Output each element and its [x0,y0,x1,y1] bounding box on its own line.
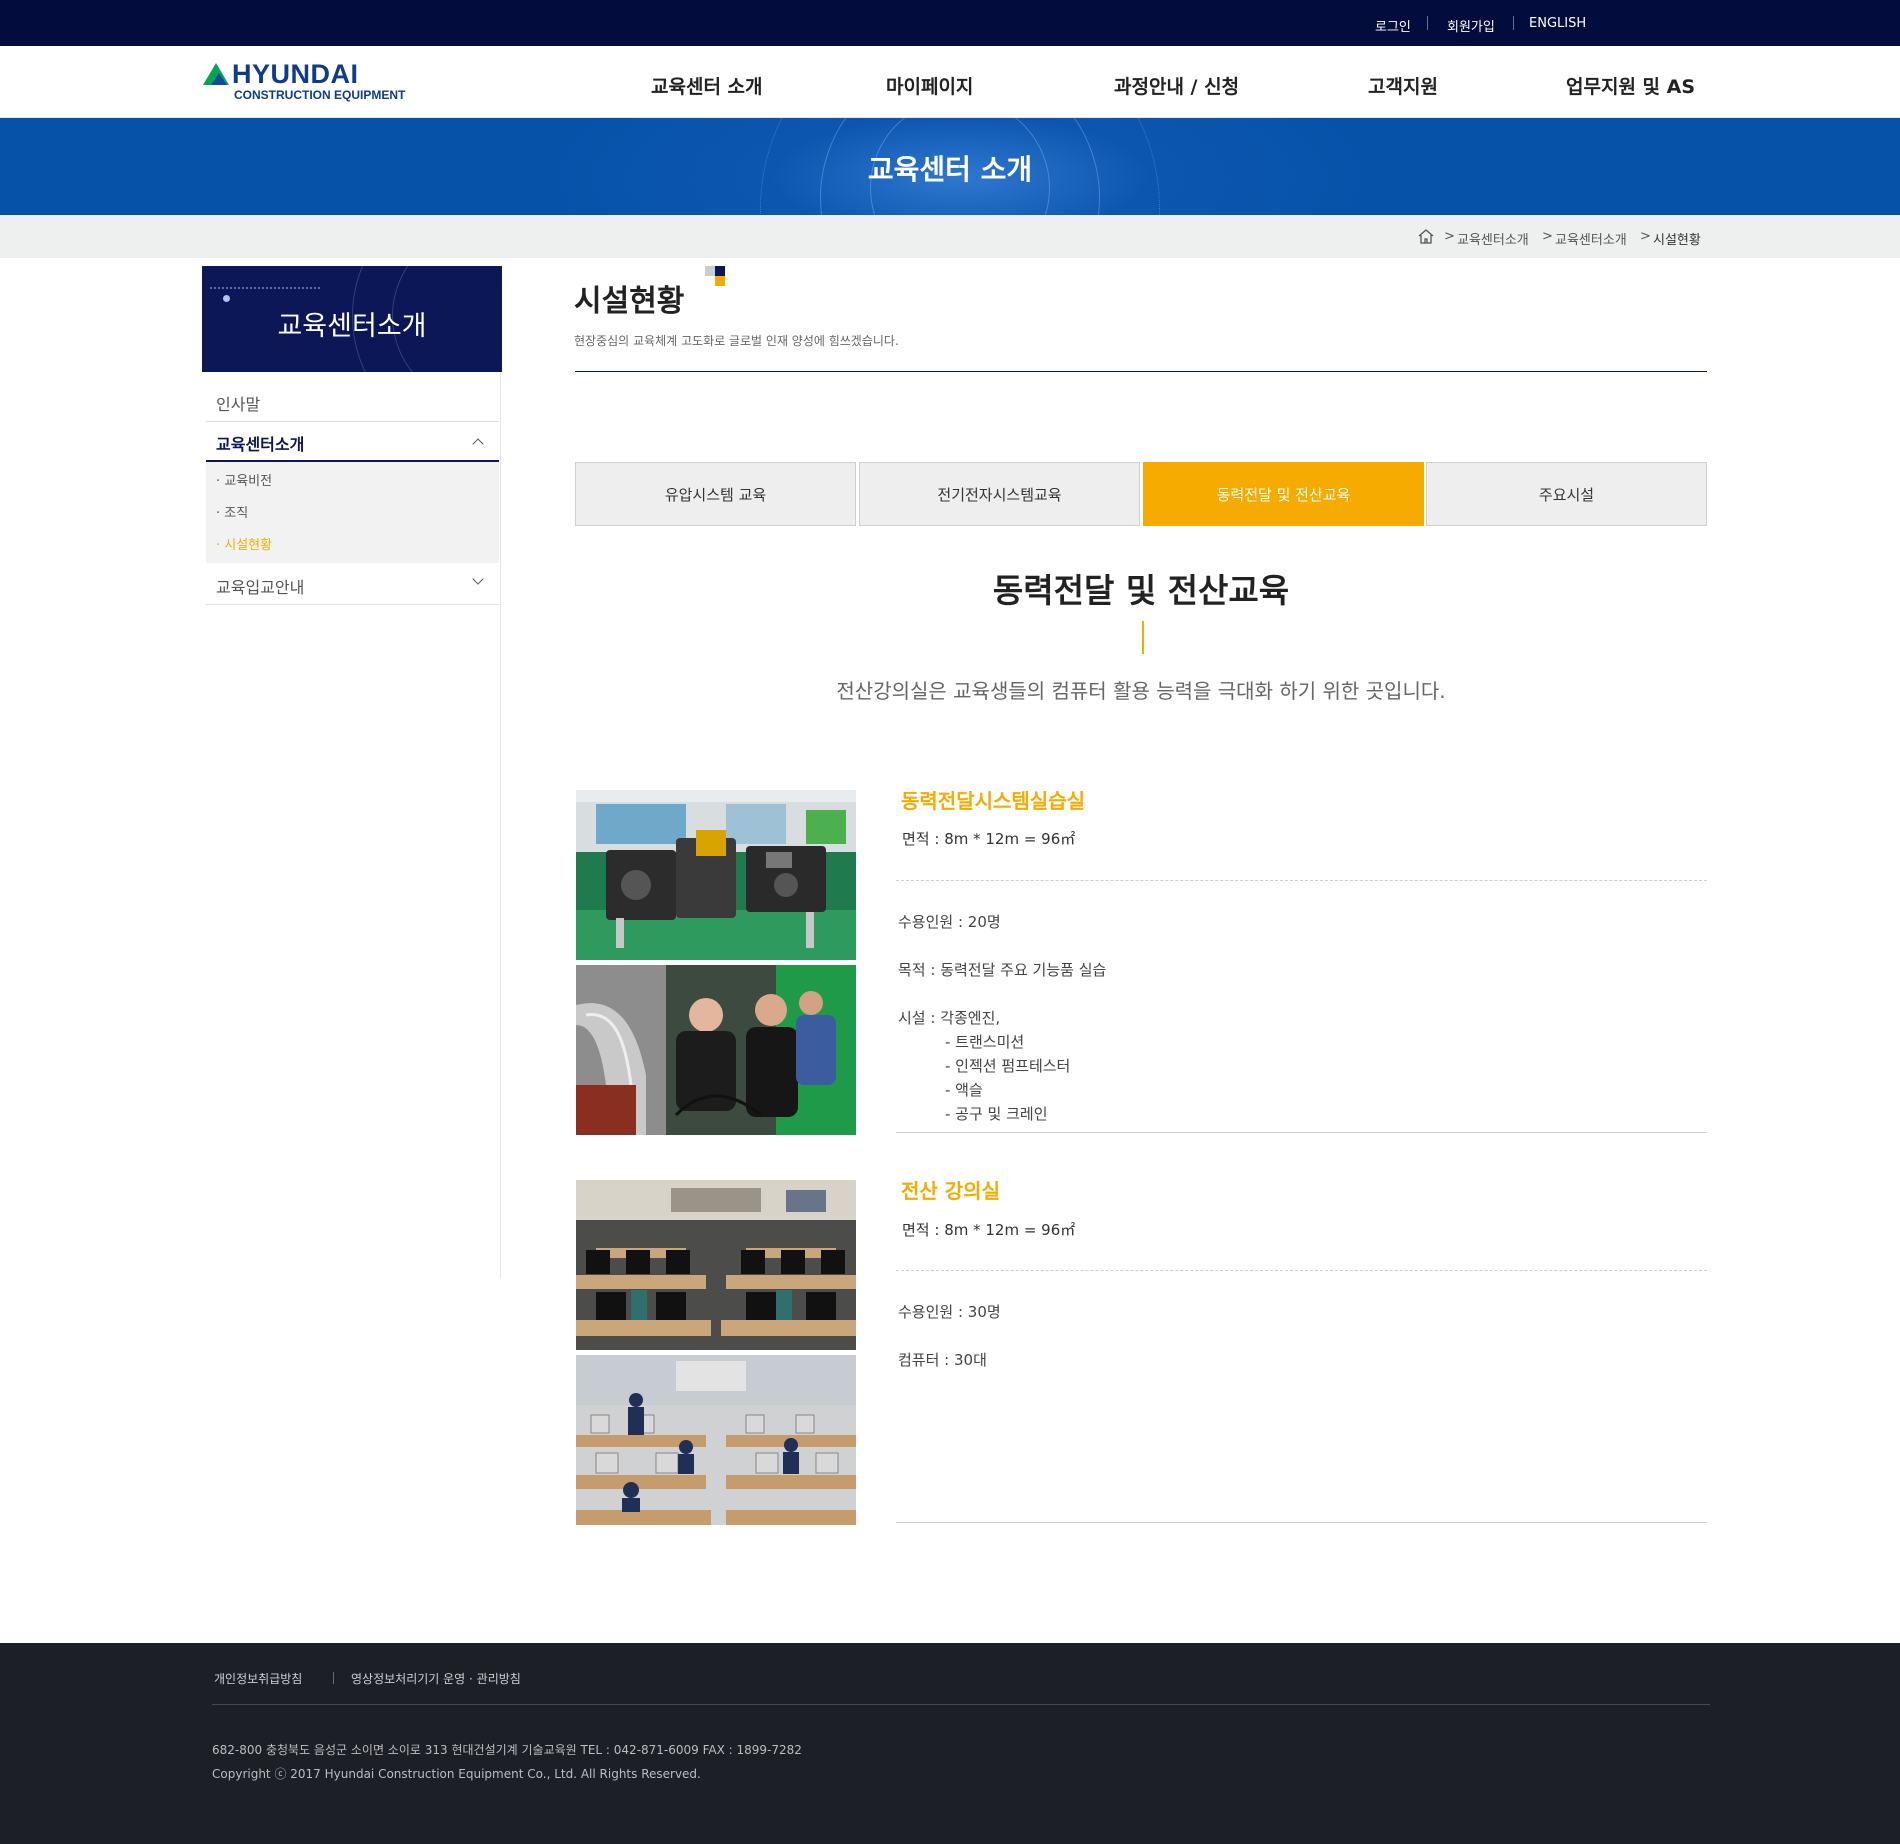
sidebar-subitem-organization[interactable]: · 조직 [216,502,248,521]
join-link[interactable]: 회원가입 [1447,16,1495,35]
top-utility-bar [0,0,1900,46]
footer-rule [212,1704,1710,1705]
sidebar-item-greeting[interactable]: 인사말 [216,391,509,415]
computer-class-session-photo [576,1355,856,1525]
logo-subtitle: CONSTRUCTION EQUIPMENT [234,88,406,102]
sidebar-subitem-vision[interactable]: · 교육비전 [216,470,272,489]
gnb-item-mypage[interactable]: 마이페이지 [886,72,973,99]
login-link[interactable]: 로그인 [1375,16,1411,35]
section-description: 전산강의실은 교육생들의 컴퓨터 활용 능력을 극대화 하기 위한 곳입니다. [836,679,1446,703]
breadcrumb-item[interactable]: 교육센터소개 [1457,229,1529,248]
page-banner: 교육센터 소개 [0,118,1900,215]
footer-address: 682-800 충청북도 음성군 소이면 소이로 313 현대건설기계 기술교육… [212,1743,802,1757]
section-title: 동력전달 및 전산교육 [992,571,1290,610]
facility-purpose: 목적 : 동력전달 주요 기능품 실습 [898,961,1107,979]
title-decoration [715,276,725,286]
footer-link-cctv[interactable]: 영상정보처리기기 운영 · 관리방침 [351,1670,521,1687]
powertrain-training-photo [576,965,856,1135]
facility-equipment-item: - 트랜스미션 [945,1033,1025,1051]
title-rule [575,371,1707,372]
home-icon[interactable] [1418,229,1434,244]
facility-equipment-item: - 인젝션 펌프테스터 [945,1057,1071,1075]
facility-area: 면적 : 8m * 12m = 96㎡ [902,830,1076,848]
gnb-item-intro[interactable]: 교육센터 소개 [651,72,763,99]
banner-title: 교육센터 소개 [867,153,1033,186]
facility-capacity: 수용인원 : 20명 [898,913,1001,931]
sidebar-title: 교육센터소개 [277,311,427,342]
util-divider [1427,16,1428,30]
hyundai-logo[interactable]: HYUNDAI CONSTRUCTION EQUIPMENT [203,59,423,102]
facility-divider [896,1522,1707,1523]
facility-area: 면적 : 8m * 12m = 96㎡ [902,1221,1076,1239]
sidebar-divider [500,372,501,1278]
facility-computers: 컴퓨터 : 30대 [898,1351,987,1369]
facility-name: 동력전달시스템실습실 [901,789,1085,813]
footer-copyright: Copyright ⓒ 2017 Hyundai Construction Eq… [212,1767,701,1781]
tab-main-facilities[interactable]: 주요시설 [1426,462,1707,526]
tab-electric[interactable]: 전기전자시스템교육 [859,462,1140,526]
page-title: 시설현황 [574,284,685,319]
sidebar-subitem-facilities[interactable]: · 시설현황 [216,534,272,553]
title-decoration [715,266,725,276]
gnb-item-support[interactable]: 고객지원 [1368,72,1438,99]
page-description: 현장중심의 교육체계 고도화로 글로벌 인재 양성에 힘쓰겠습니다. [574,334,899,348]
facility-equipment-label: 시설 : 각종엔진, [898,1009,1001,1027]
gnb-item-as[interactable]: 업무지원 및 AS [1566,72,1695,99]
breadcrumb-separator: > [1542,229,1553,244]
section-divider [1142,621,1144,654]
facility-dashed-divider [896,1270,1707,1271]
sidebar-divider [206,421,499,422]
sidebar-item-center-intro[interactable]: 교육센터소개 [216,431,509,455]
facility-equipment-item: - 공구 및 크레인 [945,1105,1048,1123]
breadcrumb-separator: > [1444,229,1455,244]
facility-name: 전산 강의실 [901,1179,1000,1203]
footer-divider [333,1672,334,1684]
logo-brand: HYUNDAI [232,59,359,89]
breadcrumb-separator: > [1640,229,1651,244]
sidebar-header: 교육센터소개 [202,266,502,372]
computer-classroom-photo [576,1180,856,1350]
breadcrumb-current: 시설현황 [1653,233,1701,248]
english-link[interactable]: ENGLISH [1529,16,1586,31]
tab-powertrain-computer[interactable]: 동력전달 및 전산교육 [1143,462,1424,526]
logo-triangle-inner-icon [211,73,227,85]
facility-dashed-divider [896,880,1707,881]
footer-link-privacy[interactable]: 개인정보취급방침 [214,1670,302,1687]
facility-capacity: 수용인원 : 30명 [898,1303,1001,1321]
powertrain-lab-photo [576,790,856,960]
breadcrumb-item[interactable]: 교육센터소개 [1555,229,1627,248]
facility-equipment-item: - 액슬 [945,1081,983,1099]
sidebar-divider [206,604,499,605]
title-decoration [705,266,715,276]
facility-divider [896,1132,1707,1133]
sidebar-item-admission[interactable]: 교육입교안내 [216,574,509,598]
util-divider [1513,16,1514,30]
gnb-item-courses[interactable]: 과정안내 / 신청 [1114,72,1239,99]
tab-hydraulic[interactable]: 유압시스템 교육 [575,462,856,526]
